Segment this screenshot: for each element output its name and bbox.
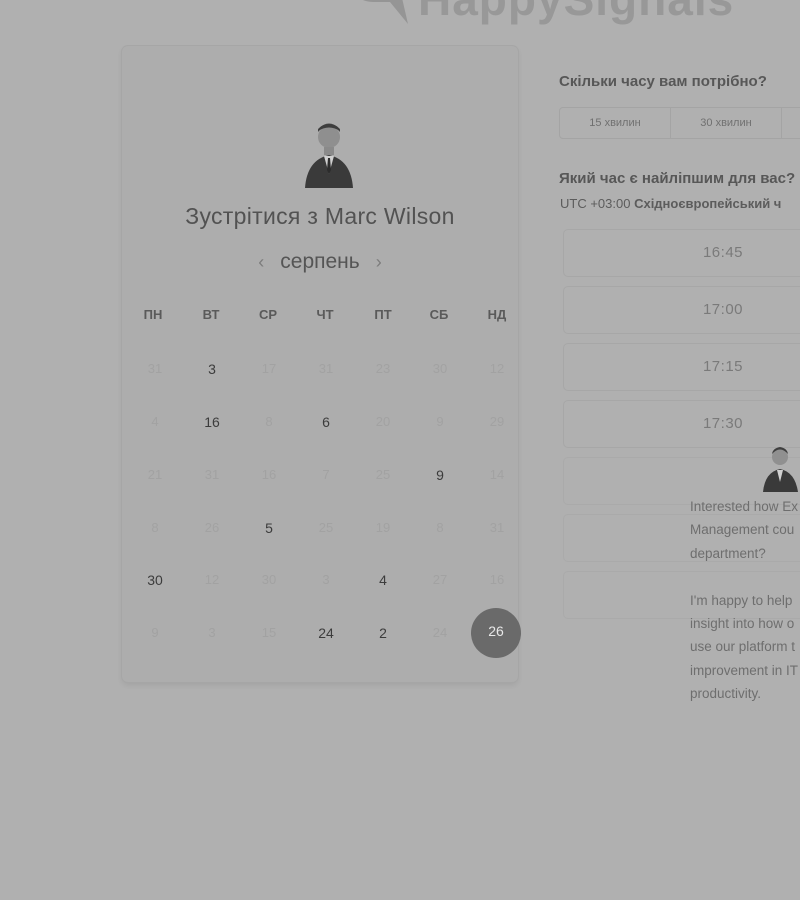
chat-line: Interested how Ex (690, 499, 799, 514)
chat-line: department? (690, 545, 766, 561)
calendar-day: 3 (322, 572, 330, 587)
calendar-day: 8 (151, 520, 159, 535)
chat-line: use our platform t (690, 639, 796, 655)
weekday-label: СР (258, 307, 278, 322)
duration-question: Скільки часу вам потрібно? (559, 73, 767, 90)
time-slot-label: 17:30 (702, 415, 744, 432)
calendar-day: 29 (489, 414, 505, 429)
time-slot-label: 17:15 (702, 358, 744, 375)
chat-line: insight into how o (690, 616, 795, 632)
time-slot[interactable]: 17:30 (563, 400, 800, 448)
selected-day[interactable]: 26 (471, 608, 521, 658)
calendar-day: 16 (489, 572, 505, 587)
calendar-day: 30 (432, 361, 448, 376)
duration-option-30[interactable]: 30 хвилин (671, 108, 782, 138)
calendar-day: 9 (436, 414, 444, 429)
weekday-label: СБ (429, 307, 449, 322)
calendar-day: 20 (375, 414, 391, 429)
calendar-day: 16 (261, 467, 277, 482)
chat-line: Management cou (690, 522, 795, 538)
timezone-name: Східноєвропейський ч (634, 196, 782, 211)
calendar-day[interactable]: 30 (135, 568, 175, 592)
month-navigation: ‹ серпень › (122, 250, 518, 274)
calendar-day: 3 (208, 625, 216, 640)
calendar-day: 19 (375, 520, 391, 535)
weekday-label: ЧТ (316, 307, 334, 322)
calendar-day: 17 (261, 361, 277, 376)
weekday-label: НД (487, 307, 507, 322)
time-slot[interactable]: 17:00 (563, 286, 800, 334)
calendar-day[interactable]: 3 (192, 357, 232, 381)
timezone-label[interactable]: UTC +03:00 Східноєвропейський ч (560, 196, 781, 211)
calendar-day: 9 (151, 625, 159, 640)
duration-option-15[interactable]: 15 хвилин (560, 108, 671, 138)
meeting-title: Зустрітися з Marc Wilson (185, 203, 455, 229)
calendar-day: 4 (151, 414, 159, 429)
host-avatar (305, 123, 353, 188)
chat-avatar[interactable] (762, 446, 800, 492)
weekday-label: ВТ (202, 307, 220, 322)
happysignals-logo: HappySignals (330, 0, 750, 28)
calendar-day: 27 (432, 572, 448, 587)
calendar-day: 12 (489, 361, 505, 376)
calendar-day: 8 (436, 520, 444, 535)
weekday-label: ПТ (374, 307, 392, 322)
calendar-day: 21 (147, 467, 163, 482)
time-slot-label: 16:45 (702, 244, 744, 261)
calendar-day: 26 (204, 520, 220, 535)
timezone-offset: UTC +03:00 (560, 196, 631, 211)
calendar-day: 31 (147, 361, 163, 376)
calendar-day: 25 (375, 467, 391, 482)
calendar-day: 23 (375, 361, 391, 376)
calendar-day[interactable]: 5 (249, 516, 289, 540)
chat-line: improvement in IT (690, 662, 799, 678)
chat-line: productivity. (690, 686, 762, 702)
duration-selector: 15 хвилин 30 хвилин (559, 107, 800, 139)
time-slot[interactable]: 16:45 (563, 229, 800, 277)
calendar-day[interactable]: 2 (363, 621, 403, 645)
calendar-day: 31 (489, 520, 505, 535)
brand-wordmark: HappySignals (418, 0, 734, 26)
current-month: серпень (280, 250, 360, 273)
calendar-day[interactable]: 6 (306, 410, 346, 434)
calendar-day: 30 (261, 572, 277, 587)
calendar-day: 12 (204, 572, 220, 587)
time-slot-label: 17:00 (702, 301, 744, 318)
calendar-day: 31 (318, 361, 334, 376)
weekday-label: ПН (143, 307, 163, 322)
time-question: Який час є найліпшим для вас? (559, 170, 796, 187)
calendar-day: 7 (322, 467, 330, 482)
time-slot[interactable]: 17:15 (563, 343, 800, 391)
calendar-day: 8 (265, 414, 273, 429)
calendar-day[interactable]: 24 (306, 621, 346, 645)
calendar-day[interactable]: 16 (192, 410, 232, 434)
chevron-left-icon[interactable]: ‹ (256, 252, 266, 273)
chat-message: Interested how Ex Management cou departm… (690, 495, 800, 705)
speech-bubble-logo-icon (363, 0, 408, 24)
calendar-day: 14 (489, 467, 505, 482)
calendar-day: 25 (318, 520, 334, 535)
calendar-day: 15 (261, 625, 277, 640)
chat-line: I'm happy to help (690, 592, 793, 608)
calendar-day: 31 (204, 467, 220, 482)
calendar-day: 24 (432, 625, 448, 640)
calendar-day[interactable]: 4 (363, 568, 403, 592)
chevron-right-icon[interactable]: › (374, 252, 384, 273)
calendar-day[interactable]: 9 (420, 463, 460, 487)
